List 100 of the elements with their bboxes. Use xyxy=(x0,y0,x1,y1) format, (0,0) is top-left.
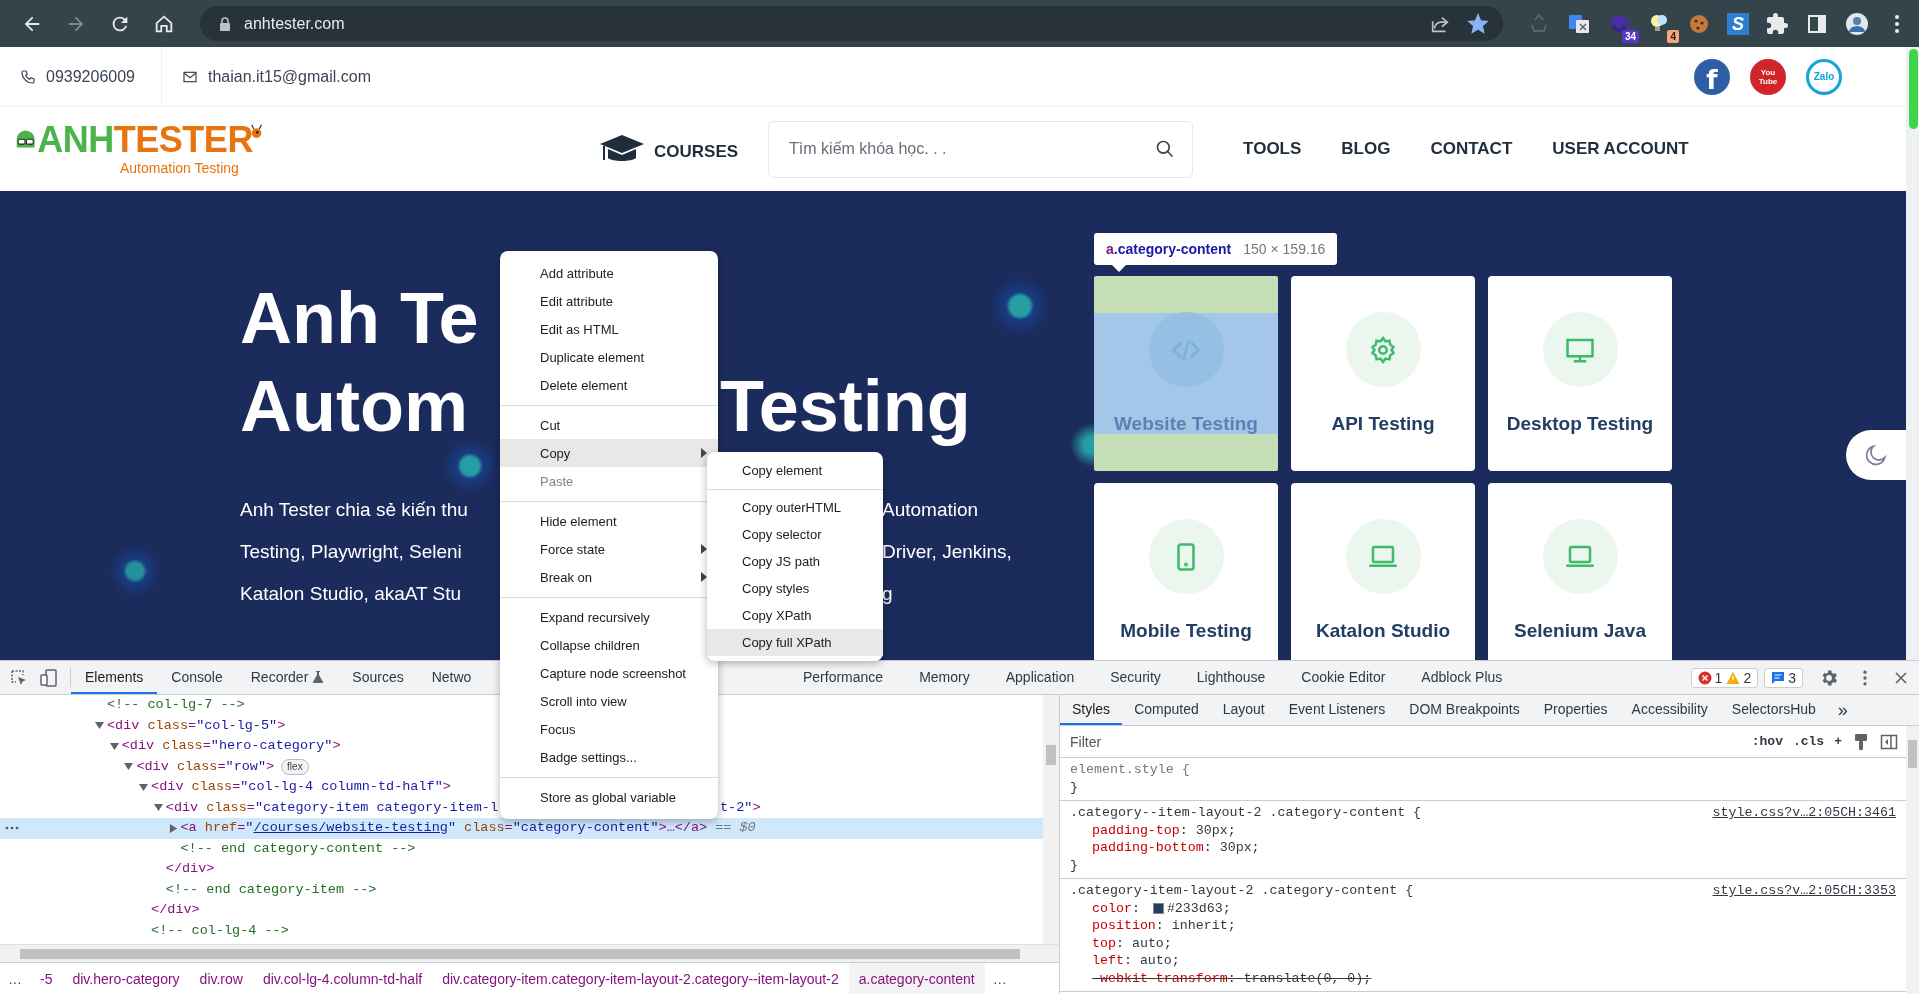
breadcrumb-scroll[interactable]: … xyxy=(0,970,30,987)
new-rule-button[interactable]: + xyxy=(1834,734,1842,749)
issues-counter[interactable]: 3 xyxy=(1764,667,1803,688)
dots-icon[interactable] xyxy=(4,825,20,832)
collapse-triangle-icon[interactable] xyxy=(139,782,149,792)
source-link[interactable]: style.css?v…2:05CH:3353 xyxy=(1712,882,1896,900)
puzzle-icon[interactable] xyxy=(1765,11,1789,36)
avatar-icon[interactable] xyxy=(1845,11,1869,36)
sidebar-tab[interactable]: Event Listeners xyxy=(1276,695,1398,725)
class-toggle[interactable]: .cls xyxy=(1792,734,1825,749)
page-scrollbar[interactable] xyxy=(1906,47,1919,660)
device-toolbar-icon[interactable] xyxy=(40,668,58,687)
collapse-triangle-icon[interactable] xyxy=(124,762,134,772)
inspect-element-icon[interactable] xyxy=(10,668,28,687)
dom-node-code: <div class="category-item category-item-l xyxy=(165,798,498,817)
issues-counter[interactable]: 1 2 xyxy=(1690,667,1759,688)
menu-item[interactable]: Copy JS path xyxy=(707,548,883,575)
courses-link[interactable]: COURSES xyxy=(654,142,739,162)
collapse-triangle-icon[interactable] xyxy=(95,721,104,731)
sidebar-tab[interactable]: Styles xyxy=(1060,695,1123,725)
breadcrumb[interactable]: div.category-item.category-item-layout-2.category--item-layout-2 xyxy=(432,963,849,994)
star-icon[interactable] xyxy=(1467,12,1489,35)
youtube-link[interactable]: You Tube xyxy=(1750,58,1786,95)
breadcrumb-scroll[interactable]: … xyxy=(984,970,1015,987)
category-card[interactable]: Desktop Testing xyxy=(1488,276,1672,471)
collapse-triangle-icon[interactable] xyxy=(153,803,163,813)
devtools-tab[interactable]: Recorder xyxy=(236,661,339,694)
devtools-tab[interactable]: Elements xyxy=(71,661,158,694)
paint-brush-icon[interactable] xyxy=(1852,732,1870,751)
category-card[interactable]: Mobile Testing xyxy=(1094,483,1278,660)
nav-link[interactable]: USER ACCOUNT xyxy=(1552,139,1689,159)
hover-state-toggle[interactable]: :hov xyxy=(1751,734,1783,749)
menu-item[interactable]: Duplicate element xyxy=(500,343,718,371)
sidebar-tab[interactable]: SelectorsHub xyxy=(1719,695,1828,725)
devtools-tab[interactable]: Cookie Editor xyxy=(1287,661,1400,694)
selected-dom-row[interactable]: <a href="/courses/website-testing" class="category-content">…</a> == $0 xyxy=(0,818,1043,839)
sidebar-tab[interactable]: Layout xyxy=(1210,695,1277,725)
sidebar-tab[interactable]: DOM Breakpoints xyxy=(1397,695,1532,725)
menu-item[interactable]: Add attribute xyxy=(500,259,718,287)
devtools-tab[interactable]: Memory xyxy=(905,661,984,694)
menu-item[interactable]: Delete element xyxy=(500,371,718,399)
menu-item[interactable]: Capture node screenshot xyxy=(500,659,718,687)
menu-item[interactable]: Focus xyxy=(500,715,718,743)
closing-brace: } xyxy=(1070,856,1079,874)
category-card[interactable]: Katalon Studio xyxy=(1291,483,1475,660)
search-icon[interactable] xyxy=(1155,138,1176,159)
category-card[interactable]: Selenium Java xyxy=(1488,483,1672,660)
devtools-tab[interactable]: Netwo xyxy=(417,661,486,694)
facebook-link[interactable]: f xyxy=(1694,58,1730,95)
dark-mode-toggle[interactable] xyxy=(1846,430,1906,480)
category-card[interactable]: API Testing xyxy=(1291,276,1475,471)
menu-item[interactable]: Cut xyxy=(500,411,718,439)
menu-item[interactable]: Copy xyxy=(500,439,718,467)
breadcrumb[interactable]: a.category-content xyxy=(848,963,985,994)
source-link[interactable]: style.css?v…2:05CH:3461 xyxy=(1712,804,1896,822)
devtools-tab[interactable]: Application xyxy=(991,661,1089,694)
devtools-tab[interactable]: Console xyxy=(157,661,237,694)
vertical-scrollbar[interactable] xyxy=(1043,695,1059,944)
sidebar-tab[interactable]: Properties xyxy=(1531,695,1620,725)
email-address[interactable]: thaian.it15@gmail.com xyxy=(208,67,371,86)
breadcrumb[interactable]: div.col-lg-4.column-td-half xyxy=(252,963,433,994)
flex-badge[interactable]: flex xyxy=(281,758,309,775)
sidebar-tab[interactable]: Accessibility xyxy=(1619,695,1720,725)
menu-item[interactable]: Scroll into view xyxy=(500,687,718,715)
devtools-tab[interactable]: Performance xyxy=(789,661,898,694)
color-swatch[interactable] xyxy=(1152,902,1164,914)
menu-item[interactable]: Copy XPath xyxy=(707,602,883,629)
sidebar-toggle-icon[interactable] xyxy=(1880,732,1898,751)
devtools-tab[interactable]: Sources xyxy=(338,661,418,694)
css-selector: .category-item-layout-2 .category-content { xyxy=(1070,882,1414,900)
menu-item[interactable]: Copy selector xyxy=(707,521,883,548)
menu-item[interactable]: Edit attribute xyxy=(500,287,718,315)
search-field[interactable]: Tìm kiếm khóa học. . . xyxy=(768,120,1194,178)
menu-item[interactable]: Edit as HTML xyxy=(500,315,718,343)
nav-link[interactable]: CONTACT xyxy=(1430,139,1513,159)
collapse-triangle-icon[interactable] xyxy=(109,741,119,751)
devtools-tab[interactable]: Lighthouse xyxy=(1182,661,1280,694)
menu-item[interactable]: Store as global variable xyxy=(500,783,718,811)
phone-number[interactable]: 0939206009 xyxy=(46,67,135,86)
breadcrumb[interactable]: -5 xyxy=(30,963,63,994)
breadcrumb[interactable]: div.hero-category xyxy=(62,963,190,994)
vertical-scrollbar[interactable] xyxy=(1906,726,1919,994)
extension-icon[interactable]: S xyxy=(1727,12,1749,35)
menu-item[interactable]: Badge settings... xyxy=(500,743,718,771)
menu-item[interactable]: Copy outerHTML xyxy=(707,494,883,521)
more-tabs-button[interactable]: » xyxy=(1827,695,1858,725)
menu-item[interactable]: Copy full XPath xyxy=(707,629,883,656)
gear-icon xyxy=(1368,334,1398,365)
devtools-tab[interactable]: Adblock Plus xyxy=(1407,661,1517,694)
sidebar-tab[interactable]: Computed xyxy=(1122,695,1211,725)
nav-link[interactable]: BLOG xyxy=(1341,139,1391,159)
breadcrumb[interactable]: div.row xyxy=(189,963,253,994)
dom-node-code: <!-- end category-item --> xyxy=(165,880,377,899)
menu-item[interactable]: Copy styles xyxy=(707,575,883,602)
devtools-tab[interactable]: Security xyxy=(1096,661,1175,694)
expand-triangle-icon[interactable] xyxy=(168,823,178,833)
address-bar[interactable]: anhtester.com xyxy=(200,6,1503,41)
closing-brace: } xyxy=(1070,778,1079,796)
nav-link[interactable]: TOOLS xyxy=(1243,139,1302,159)
horizontal-scrollbar[interactable] xyxy=(0,944,1059,962)
